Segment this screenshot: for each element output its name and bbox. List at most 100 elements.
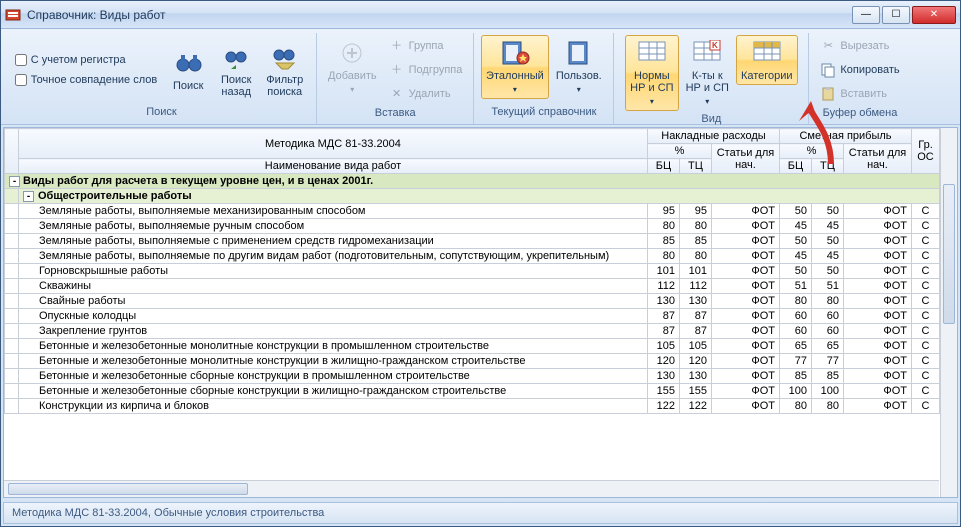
clipboard-icon	[820, 86, 836, 102]
case-checkbox[interactable]	[15, 54, 27, 66]
method-header: Методика МДС 81-33.2004	[19, 129, 648, 159]
clip-group-label: Буфер обмена	[815, 105, 904, 122]
table-row[interactable]: Бетонные и железобетонные сборные констр…	[5, 369, 940, 384]
search-filter-label: Фильтр поиска	[266, 74, 303, 98]
table-row[interactable]: Закрепление грунтов8787ФОТ6060ФОТС	[5, 324, 940, 339]
table-row[interactable]: Земляные работы, выполняемые с применени…	[5, 234, 940, 249]
subgroup-label: Подгруппа	[409, 64, 463, 76]
table-icon	[636, 38, 668, 68]
group-plus-icon: ＋	[389, 38, 405, 54]
paste-label: Вставить	[840, 88, 887, 100]
add-button[interactable]: Добавить ▾	[323, 35, 382, 99]
categories-label: Категории	[741, 70, 793, 82]
copy-button[interactable]: Копировать	[815, 59, 904, 81]
copy-label: Копировать	[840, 64, 899, 76]
ref-directory-label: Эталонный	[486, 70, 544, 82]
exact-checkbox-row[interactable]: Точное совпадение слов	[15, 71, 157, 89]
copy-icon	[820, 62, 836, 78]
case-label: С учетом регистра	[31, 54, 126, 66]
case-checkbox-row[interactable]: С учетом регистра	[15, 51, 157, 69]
group-button[interactable]: ＋ Группа	[384, 35, 468, 57]
exact-checkbox[interactable]	[15, 74, 27, 86]
subgroup-plus-icon: ＋	[389, 62, 405, 78]
nr-art-header: Статьи для нач.	[711, 144, 779, 174]
sp-header: Сметная прибыль	[779, 129, 911, 144]
vertical-scrollbar[interactable]	[940, 128, 957, 497]
search-back-button[interactable]: Поиск назад	[213, 39, 259, 101]
section-row[interactable]: -Виды работ для расчета в текущем уровне…	[5, 174, 940, 189]
table-row[interactable]: Земляные работы, выполняемые ручным спос…	[5, 219, 940, 234]
tree-toggle-icon[interactable]: -	[23, 191, 34, 202]
data-grid[interactable]: Методика МДС 81-33.2004 Накладные расход…	[4, 128, 940, 414]
sp-tc-header: ТЦ	[811, 159, 843, 174]
minimize-button[interactable]: —	[852, 6, 880, 24]
binoculars-back-icon	[220, 42, 252, 72]
sp-bc-header: БЦ	[779, 159, 811, 174]
table-color-icon	[751, 38, 783, 68]
table-row[interactable]: Опускные колодцы8787ФОТ6060ФОТС	[5, 309, 940, 324]
delete-label: Удалить	[409, 88, 451, 100]
name-header: Наименование вида работ	[19, 159, 648, 174]
table-row[interactable]: Горновскрышные работы101101ФОТ5050ФОТС	[5, 264, 940, 279]
sp-pct-header: %	[779, 144, 843, 159]
search-button[interactable]: Поиск	[165, 45, 211, 95]
coef-button[interactable]: K К-ты к НР и СП ▾	[681, 35, 734, 111]
status-text: Методика МДС 81-33.2004, Обычные условия…	[12, 507, 324, 519]
table-row[interactable]: Свайные работы130130ФОТ8080ФОТС	[5, 294, 940, 309]
maximize-button[interactable]: ☐	[882, 6, 910, 24]
table-row[interactable]: Земляные работы, выполняемые по другим в…	[5, 249, 940, 264]
titlebar: Справочник: Виды работ — ☐ ✕	[1, 1, 960, 29]
user-directory-button[interactable]: Пользов. ▾	[551, 35, 607, 99]
filter-icon	[269, 42, 301, 72]
scissors-icon: ✂	[820, 38, 836, 54]
nr-tc-header: ТЦ	[679, 159, 711, 174]
directory-group-label: Текущий справочник	[480, 104, 607, 122]
search-group-label: Поиск	[13, 104, 310, 122]
nr-pct-header: %	[647, 144, 711, 159]
delete-x-icon: ✕	[389, 86, 405, 102]
coef-label: К-ты к НР и СП	[686, 70, 729, 94]
view-group-label: Вид	[620, 111, 802, 127]
categories-button[interactable]: Категории	[736, 35, 798, 85]
delete-button[interactable]: ✕ Удалить	[384, 83, 468, 105]
sp-art-header: Статьи для нач.	[843, 144, 911, 174]
book-badge-icon	[499, 38, 531, 68]
section-row[interactable]: -Общестроительные работы	[5, 189, 940, 204]
group-label: Группа	[409, 40, 444, 52]
add-label: Добавить	[328, 70, 377, 82]
search-back-label: Поиск назад	[221, 74, 251, 98]
table-row[interactable]: Скважины112112ФОТ5151ФОТС	[5, 279, 940, 294]
grid-area: Методика МДС 81-33.2004 Накладные расход…	[3, 127, 958, 498]
search-filter-button[interactable]: Фильтр поиска	[261, 39, 308, 101]
user-directory-label: Пользов.	[556, 70, 602, 82]
norms-label: Нормы НР и СП	[630, 70, 673, 94]
cut-button[interactable]: ✂ Вырезать	[815, 35, 904, 57]
statusbar: Методика МДС 81-33.2004, Обычные условия…	[3, 502, 958, 524]
nr-header: Накладные расходы	[647, 129, 779, 144]
gros-header: Гр. ОС	[912, 129, 940, 174]
table-row[interactable]: Бетонные и железобетонные сборные констр…	[5, 384, 940, 399]
ref-directory-button[interactable]: Эталонный ▾	[481, 35, 549, 99]
window-title: Справочник: Виды работ	[27, 8, 165, 22]
cut-label: Вырезать	[840, 40, 889, 52]
nr-bc-header: БЦ	[647, 159, 679, 174]
search-label: Поиск	[173, 80, 203, 92]
table-row[interactable]: Земляные работы, выполняемые механизиров…	[5, 204, 940, 219]
table-row[interactable]: Бетонные и железобетонные монолитные кон…	[5, 339, 940, 354]
close-button[interactable]: ✕	[912, 6, 956, 24]
app-icon	[5, 7, 21, 23]
tree-toggle-icon[interactable]: -	[9, 176, 20, 187]
norms-button[interactable]: Нормы НР и СП ▾	[625, 35, 678, 111]
svg-text:K: K	[712, 41, 718, 50]
horizontal-scrollbar[interactable]	[4, 480, 939, 497]
table-k-icon: K	[691, 38, 723, 68]
insert-group-label: Вставка	[323, 105, 467, 122]
exact-label: Точное совпадение слов	[31, 74, 157, 86]
subgroup-button[interactable]: ＋ Подгруппа	[384, 59, 468, 81]
table-row[interactable]: Конструкции из кирпича и блоков122122ФОТ…	[5, 399, 940, 414]
table-row[interactable]: Бетонные и железобетонные монолитные кон…	[5, 354, 940, 369]
paste-button[interactable]: Вставить	[815, 83, 904, 105]
ribbon: С учетом регистра Точное совпадение слов…	[1, 29, 960, 125]
plus-icon	[336, 38, 368, 68]
binoculars-icon	[172, 48, 204, 78]
